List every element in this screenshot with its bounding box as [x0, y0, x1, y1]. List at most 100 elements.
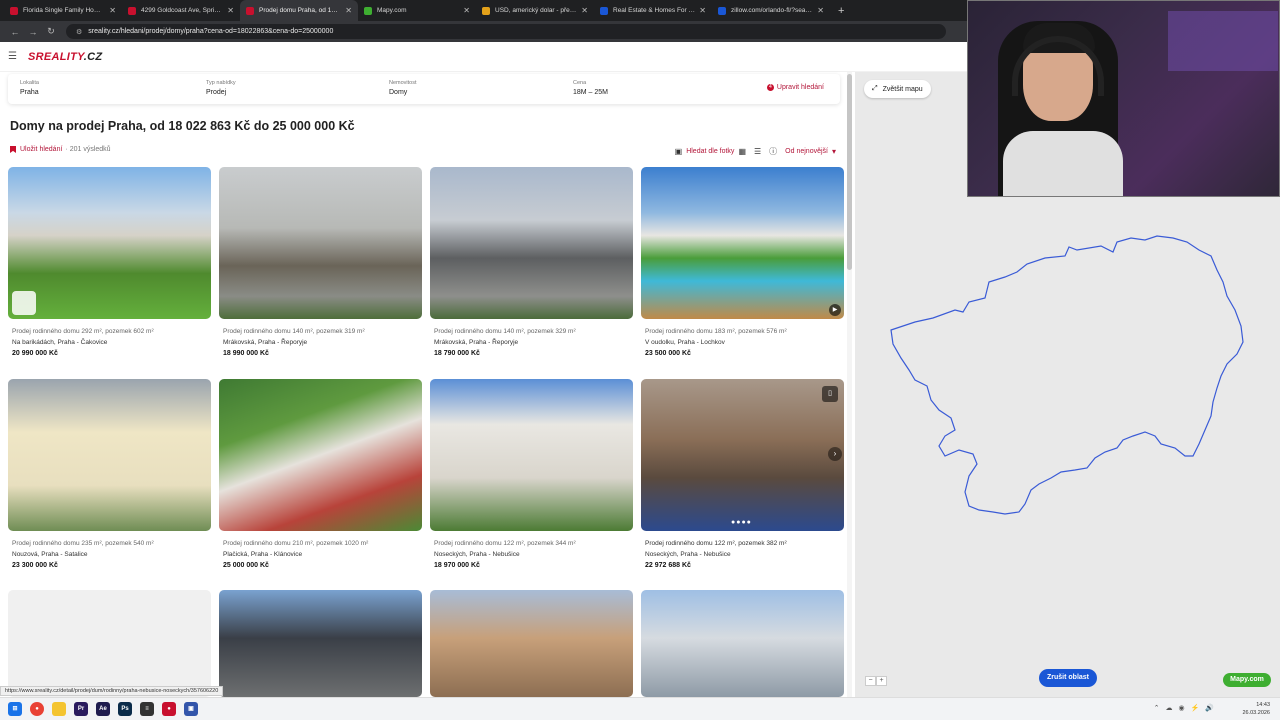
listing-photo[interactable]: [430, 590, 633, 697]
photo-search-button[interactable]: Hledat dle fotky: [686, 148, 734, 155]
tab-mapy[interactable]: Mapy.com ✕: [358, 0, 476, 21]
listing-price: 18 790 000 Kč: [434, 350, 480, 357]
listing-card[interactable]: ▯ › ●●●● Prodej rodinného domu 122 m², p…: [641, 379, 844, 569]
app-icon[interactable]: ●: [162, 702, 176, 716]
play-video-icon[interactable]: ▶: [829, 304, 841, 316]
mapy-logo[interactable]: Mapy.com: [1223, 673, 1271, 687]
listing-card[interactable]: [641, 590, 844, 697]
tab-florida[interactable]: Florida Single Family Homes fo ✕: [4, 0, 122, 21]
scrollbar-thumb[interactable]: [847, 74, 852, 270]
filter-value: Prodej: [206, 89, 227, 96]
listing-card[interactable]: Prodej rodinného domu 210 m², pozemek 10…: [219, 379, 422, 569]
listing-photo[interactable]: [8, 379, 211, 531]
filter-offer-type[interactable]: Typ nabídky Prodej: [206, 80, 236, 96]
save-search-button[interactable]: Uložit hledání · 201 výsledků: [10, 146, 111, 153]
close-icon[interactable]: ✕: [817, 6, 824, 15]
result-count: · 201 výsledků: [65, 146, 111, 153]
page-title: Domy na prodej Praha, od 18 022 863 Kč d…: [10, 119, 355, 133]
view-tools: ▣ Hledat dle fotky ▦ ☰ ⓘ Od nejnovější ▾: [671, 146, 840, 157]
listing-card[interactable]: Prodej rodinného domu 140 m², pozemek 31…: [219, 167, 422, 357]
listing-title: Prodej rodinného domu 140 m², pozemek 31…: [223, 328, 365, 335]
system-tray-icons[interactable]: ⌃☁◉⚡🔊: [1154, 704, 1220, 712]
menu-icon[interactable]: ☰: [8, 51, 22, 62]
app-icon[interactable]: ≡: [140, 702, 154, 716]
enlarge-map-button[interactable]: ⤢ Zvětšit mapu: [864, 80, 931, 98]
listing-card[interactable]: [430, 590, 633, 697]
zoom-out-button[interactable]: −: [865, 676, 876, 686]
listing-photo[interactable]: ▯ › ●●●●: [641, 379, 844, 531]
listing-photo[interactable]: [219, 167, 422, 319]
url-input[interactable]: ⚙ sreality.cz/hledani/prodej/domy/praha?c…: [66, 24, 946, 39]
listing-photo[interactable]: [641, 590, 844, 697]
file-explorer-icon[interactable]: [52, 702, 66, 716]
filter-locality[interactable]: Lokalita Praha: [20, 80, 39, 96]
tab-goldcoast[interactable]: 4299 Goldcoast Ave, Spring Hil ✕: [122, 0, 240, 21]
site-info-icon[interactable]: ⚙: [76, 28, 82, 36]
reload-icon[interactable]: ↻: [42, 26, 60, 37]
listing-card[interactable]: [8, 590, 211, 697]
windows-taskbar: ⊞ ● Pr Ae Ps ≡ ● ▣ ⌃☁◉⚡🔊 14:43 26.03.202…: [0, 697, 1280, 720]
chevron-right-icon[interactable]: ›: [828, 447, 842, 461]
photoshop-icon[interactable]: Ps: [118, 702, 132, 716]
listing-card[interactable]: Prodej rodinného domu 292 m², pozemek 60…: [8, 167, 211, 357]
filter-value: Praha: [20, 89, 39, 96]
list-view-icon[interactable]: ☰: [754, 147, 761, 156]
listing-card[interactable]: Prodej rodinného domu 122 m², pozemek 34…: [430, 379, 633, 569]
tab-realestate[interactable]: Real Estate & Homes For Sale ✕: [594, 0, 712, 21]
filter-property[interactable]: Nemovitost Domy: [389, 80, 417, 96]
tab-zillow[interactable]: zillow.com/orlando-fl/?searchQ ✕: [712, 0, 830, 21]
overlay-badge: [12, 291, 36, 315]
info-icon[interactable]: ⓘ: [769, 146, 777, 157]
listing-photo[interactable]: [219, 379, 422, 531]
listing-photo[interactable]: [430, 167, 633, 319]
listing-photo[interactable]: [219, 590, 422, 697]
chevron-down-icon: ▾: [831, 147, 836, 156]
listing-photo[interactable]: ▶: [641, 167, 844, 319]
edit-search-button[interactable]: 4 Upravit hledání: [766, 84, 824, 91]
site-header: ☰ SREALITY.CZ: [0, 42, 968, 72]
save-listing-icon[interactable]: ▯: [822, 386, 838, 402]
tab-label: Mapy.com: [377, 7, 407, 14]
webcam-overlay: [967, 0, 1280, 197]
app-icon[interactable]: ▣: [184, 702, 198, 716]
filter-label: Lokalita: [20, 80, 39, 86]
tab-label: Prodej domu Praha, od 18 022: [259, 7, 342, 14]
grid-view-icon[interactable]: ▦: [738, 147, 746, 156]
new-tab-button[interactable]: +: [838, 5, 844, 17]
listing-photo[interactable]: [8, 590, 211, 697]
close-icon[interactable]: ✕: [463, 6, 470, 15]
clock-date: 26.03.2026: [1242, 710, 1270, 716]
windows-start-icon[interactable]: ⊞: [8, 702, 22, 716]
chrome-icon[interactable]: ●: [30, 702, 44, 716]
close-icon[interactable]: ✕: [227, 6, 234, 15]
tab-usd[interactable]: USD, americký dolar - převod n ✕: [476, 0, 594, 21]
zoom-in-button[interactable]: +: [876, 676, 887, 686]
close-icon[interactable]: ✕: [699, 6, 706, 15]
listing-title: Prodej rodinného domu 210 m², pozemek 10…: [223, 540, 369, 547]
listing-price: 23 500 000 Kč: [645, 350, 691, 357]
listing-card[interactable]: Prodej rodinného domu 140 m², pozemek 32…: [430, 167, 633, 357]
forward-icon[interactable]: →: [24, 27, 42, 37]
close-icon[interactable]: ✕: [109, 6, 116, 15]
listing-card[interactable]: ▶ Prodej rodinného domu 183 m², pozemek …: [641, 167, 844, 357]
after-effects-icon[interactable]: Ae: [96, 702, 110, 716]
cancel-area-button[interactable]: Zrušit oblast: [1039, 669, 1098, 687]
sreality-logo[interactable]: SREALITY.CZ: [28, 51, 102, 63]
listing-card[interactable]: Prodej rodinného domu 235 m², pozemek 54…: [8, 379, 211, 569]
listing-card[interactable]: [219, 590, 422, 697]
logo-suffix: .CZ: [83, 50, 103, 63]
listing-address: Nouzová, Praha - Satalice: [12, 551, 88, 558]
listing-photo[interactable]: [430, 379, 633, 531]
favicon-icon: [718, 6, 726, 15]
close-icon[interactable]: ✕: [345, 6, 352, 15]
sort-dropdown[interactable]: Od nejnovější: [785, 148, 828, 155]
back-icon[interactable]: ←: [6, 27, 24, 37]
listing-photo[interactable]: [8, 167, 211, 319]
clock[interactable]: 14:43 26.03.2026: [1242, 701, 1270, 717]
listing-title: Prodej rodinného domu 292 m², pozemek 60…: [12, 328, 154, 335]
close-icon[interactable]: ✕: [581, 6, 588, 15]
camera-icon: ▣: [674, 147, 683, 156]
premiere-icon[interactable]: Pr: [74, 702, 88, 716]
tab-sreality[interactable]: Prodej domu Praha, od 18 022 ✕: [240, 0, 358, 21]
filter-price[interactable]: Cena 18M – 25M: [573, 80, 608, 96]
